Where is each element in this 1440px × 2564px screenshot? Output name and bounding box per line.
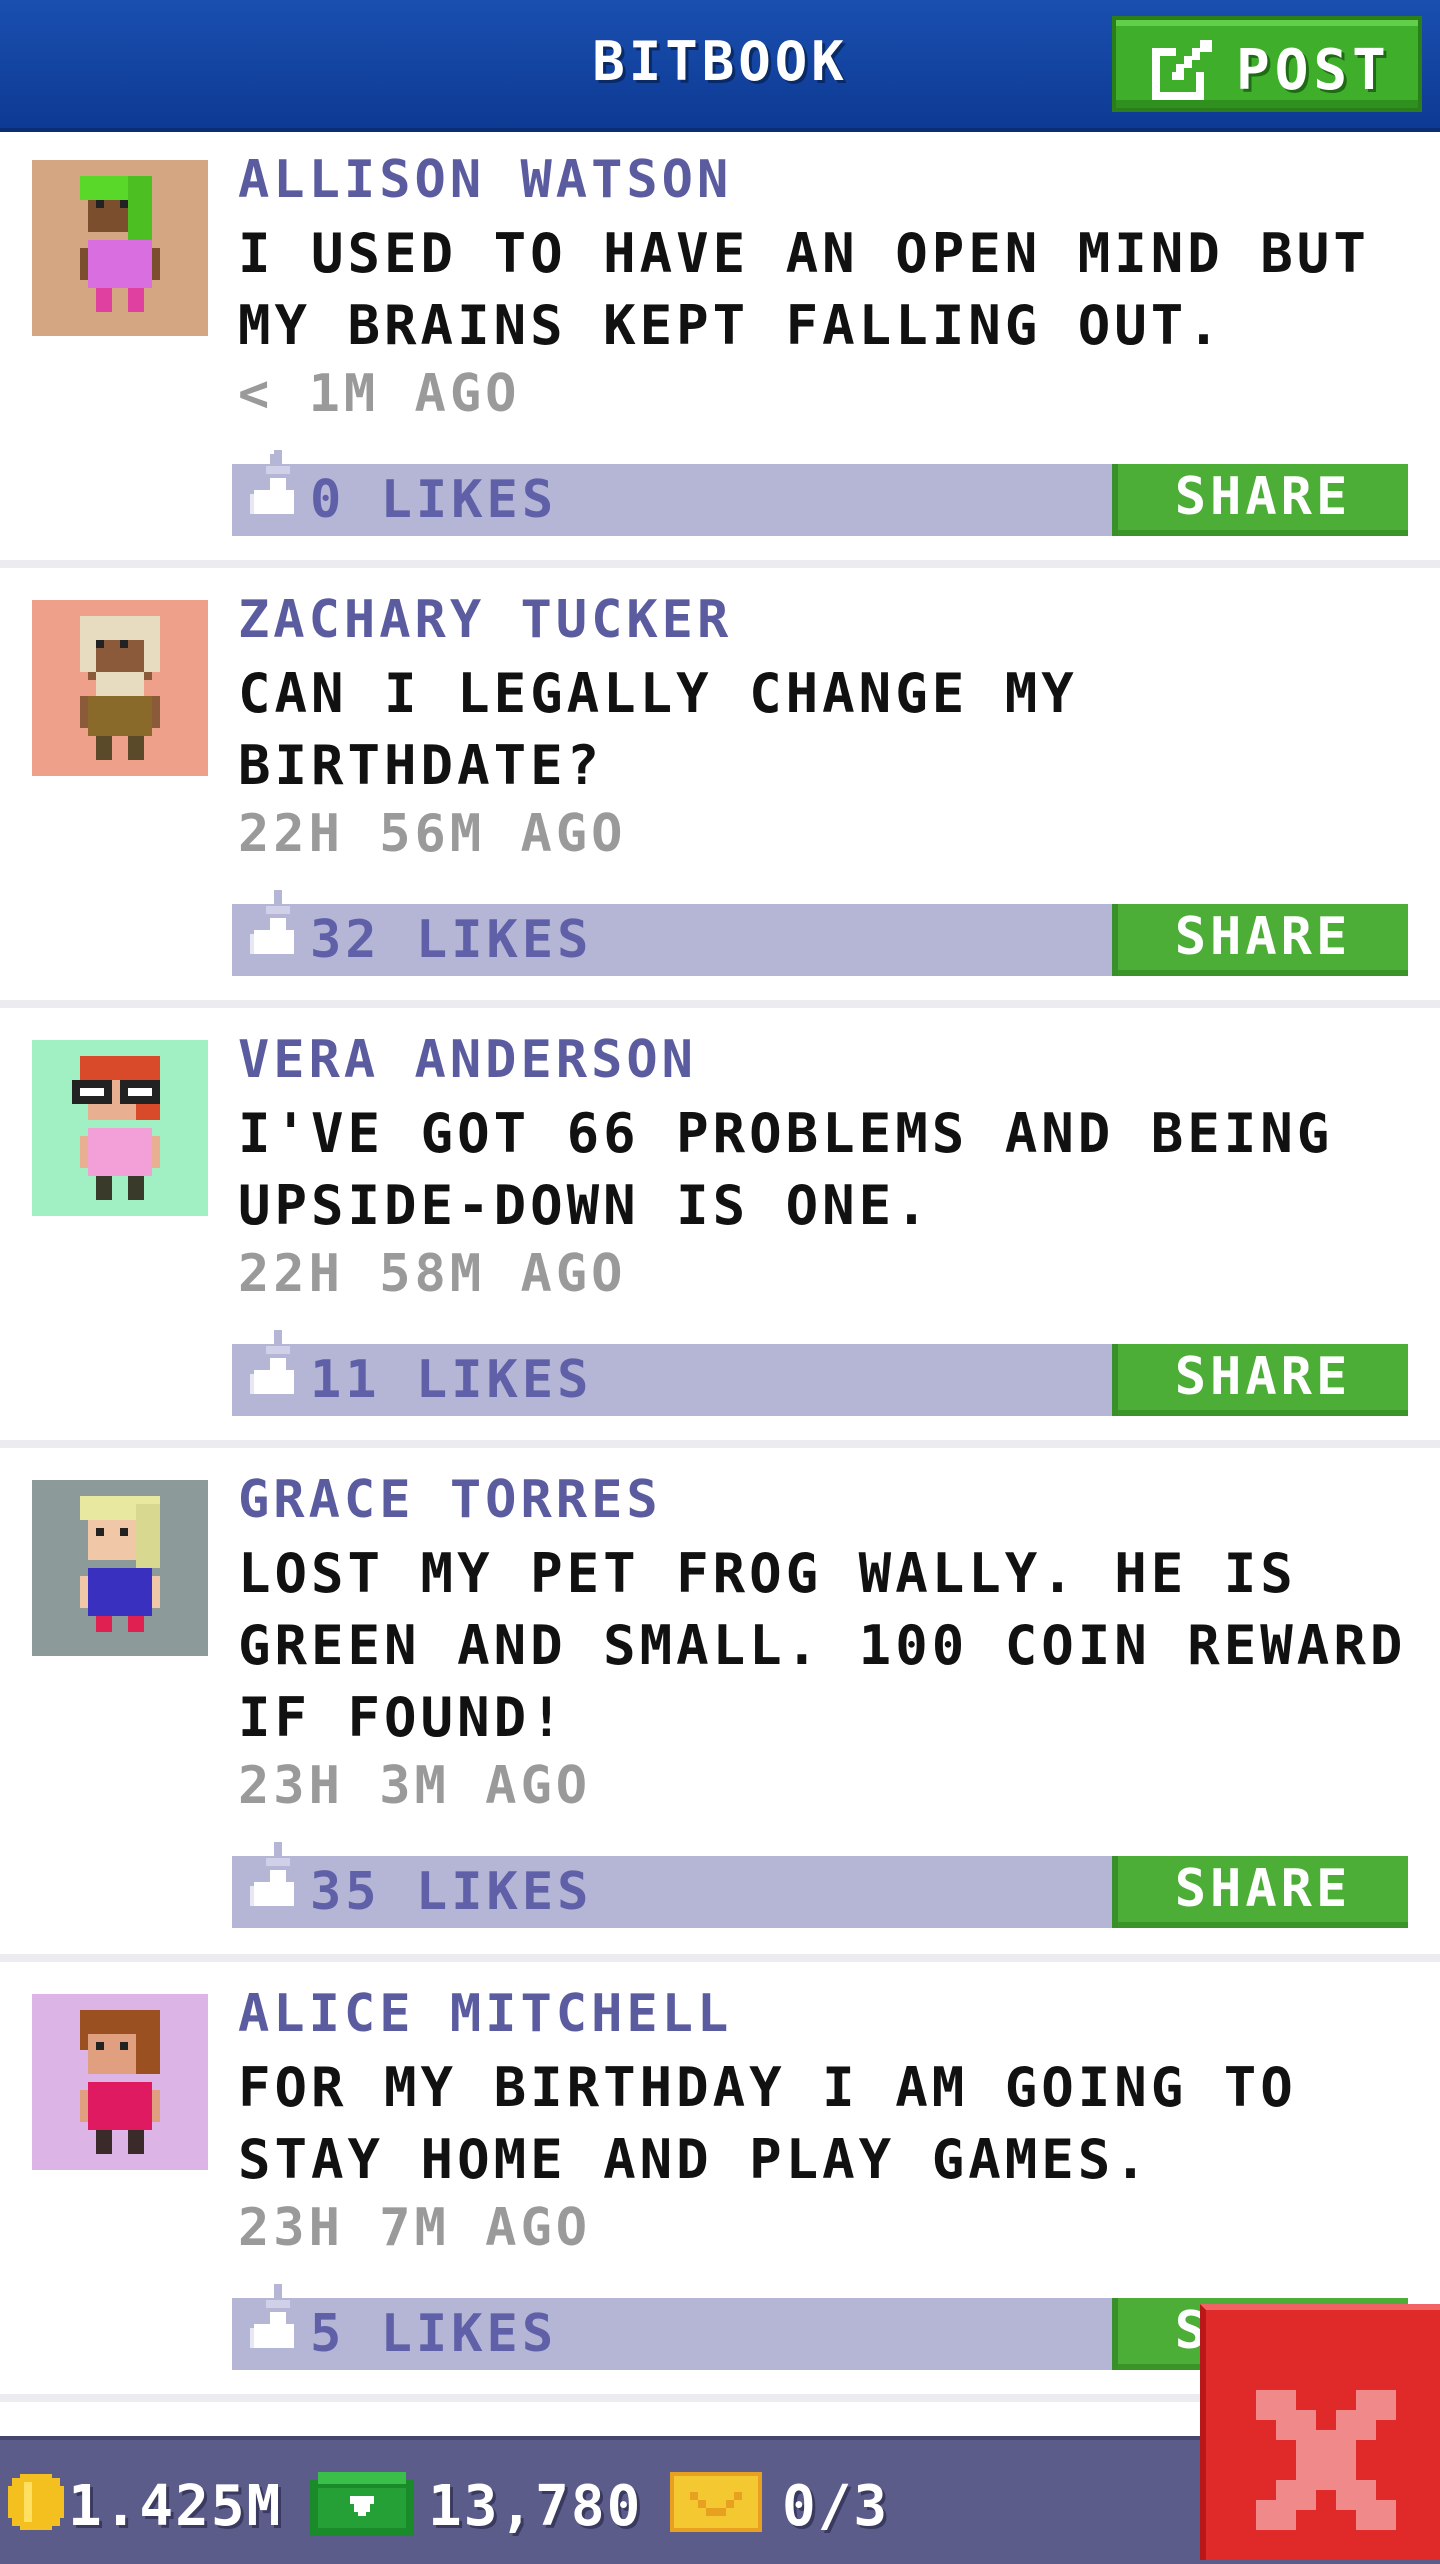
like-button[interactable]: 32 LIKES [232, 890, 652, 976]
bux-counter[interactable]: 13,780 [310, 2466, 643, 2539]
edit-icon [1152, 40, 1212, 100]
tickets-counter[interactable]: 0/3 [670, 2466, 910, 2539]
coins-value: 1.425M [68, 2474, 283, 2539]
post-item: GRACE TORRES LOST MY PET FROG WALLY. HE … [0, 1452, 1440, 1962]
app-title: BITBOOK [592, 30, 848, 93]
thumbs-up-icon [250, 1842, 294, 1906]
post-timestamp: 23H 7M AGO [238, 2198, 592, 2258]
thumbs-up-icon [250, 1330, 294, 1394]
post-item: ZACHARY TUCKER CAN I LEGALLY CHANGE MY B… [0, 572, 1440, 1008]
likes-count: 5 LIKES [310, 2304, 558, 2364]
author-name[interactable]: ALLISON WATSON [238, 150, 732, 210]
post-text: LOST MY PET FROG WALLY. HE IS GREEN AND … [238, 1542, 1407, 1749]
post-timestamp: 22H 58M AGO [238, 1244, 627, 1304]
like-bar: 11 LIKES SHARE [232, 1330, 1408, 1416]
author-name[interactable]: VERA ANDERSON [238, 1030, 697, 1090]
post-button[interactable]: POST [1112, 16, 1422, 112]
share-button[interactable]: SHARE [1112, 1856, 1408, 1928]
likes-count: 0 LIKES [310, 470, 558, 530]
share-button[interactable]: SHARE [1112, 464, 1408, 536]
person-avatar-icon [80, 1496, 160, 1632]
post-text: I'VE GOT 66 PROBLEMS AND BEING UPSIDE-DO… [238, 1102, 1334, 1237]
top-bar: BITBOOK POST [0, 0, 1440, 132]
author-name[interactable]: ZACHARY TUCKER [238, 590, 732, 650]
thumbs-up-icon [250, 2284, 294, 2348]
post-text: FOR MY BIRTHDAY I AM GOING TO STAY HOME … [238, 2056, 1297, 2191]
post-text: I USED TO HAVE AN OPEN MIND BUT MY BRAIN… [238, 222, 1370, 357]
like-bar: 0 LIKES SHARE [232, 450, 1408, 536]
post-timestamp: < 1M AGO [238, 364, 521, 424]
ticket-icon [670, 2472, 762, 2532]
like-button[interactable]: 35 LIKES [232, 1842, 652, 1928]
post-item: ALLISON WATSON I USED TO HAVE AN OPEN MI… [0, 132, 1440, 568]
bux-value: 13,780 [428, 2474, 643, 2539]
post-timestamp: 22H 56M AGO [238, 804, 627, 864]
tickets-value: 0/3 [782, 2474, 890, 2539]
like-button[interactable]: 0 LIKES [232, 450, 652, 536]
person-avatar-icon [72, 1056, 160, 1200]
avatar[interactable] [32, 160, 208, 336]
post-timestamp: 23H 3M AGO [238, 1756, 592, 1816]
likes-count: 11 LIKES [310, 1350, 593, 1410]
bux-icon [310, 2472, 414, 2536]
close-button[interactable] [1200, 2304, 1440, 2560]
close-icon [1256, 2390, 1396, 2530]
author-name[interactable]: ALICE MITCHELL [238, 1984, 732, 2044]
like-button[interactable]: 5 LIKES [232, 2284, 652, 2370]
share-button[interactable]: SHARE [1112, 1344, 1408, 1416]
avatar[interactable] [32, 1040, 208, 1216]
author-name[interactable]: GRACE TORRES [238, 1470, 662, 1530]
person-avatar-icon [80, 176, 160, 312]
likes-count: 35 LIKES [310, 1862, 593, 1922]
like-bar: 32 LIKES SHARE [232, 890, 1408, 976]
share-button[interactable]: SHARE [1112, 904, 1408, 976]
person-avatar-icon [80, 2010, 160, 2154]
avatar[interactable] [32, 1994, 208, 2170]
coins-counter[interactable]: 1.425M [8, 2466, 288, 2539]
coin-icon [8, 2474, 64, 2530]
person-avatar-icon [80, 616, 160, 760]
post-item: VERA ANDERSON I'VE GOT 66 PROBLEMS AND B… [0, 1012, 1440, 1448]
post-text: CAN I LEGALLY CHANGE MY BIRTHDATE? [238, 662, 1078, 797]
thumbs-up-icon [250, 890, 294, 954]
avatar[interactable] [32, 600, 208, 776]
like-bar: 35 LIKES SHARE [232, 1842, 1408, 1928]
like-button[interactable]: 11 LIKES [232, 1330, 652, 1416]
avatar[interactable] [32, 1480, 208, 1656]
post-button-label: POST [1236, 38, 1391, 103]
likes-count: 32 LIKES [310, 910, 593, 970]
thumbs-up-icon [250, 450, 294, 514]
